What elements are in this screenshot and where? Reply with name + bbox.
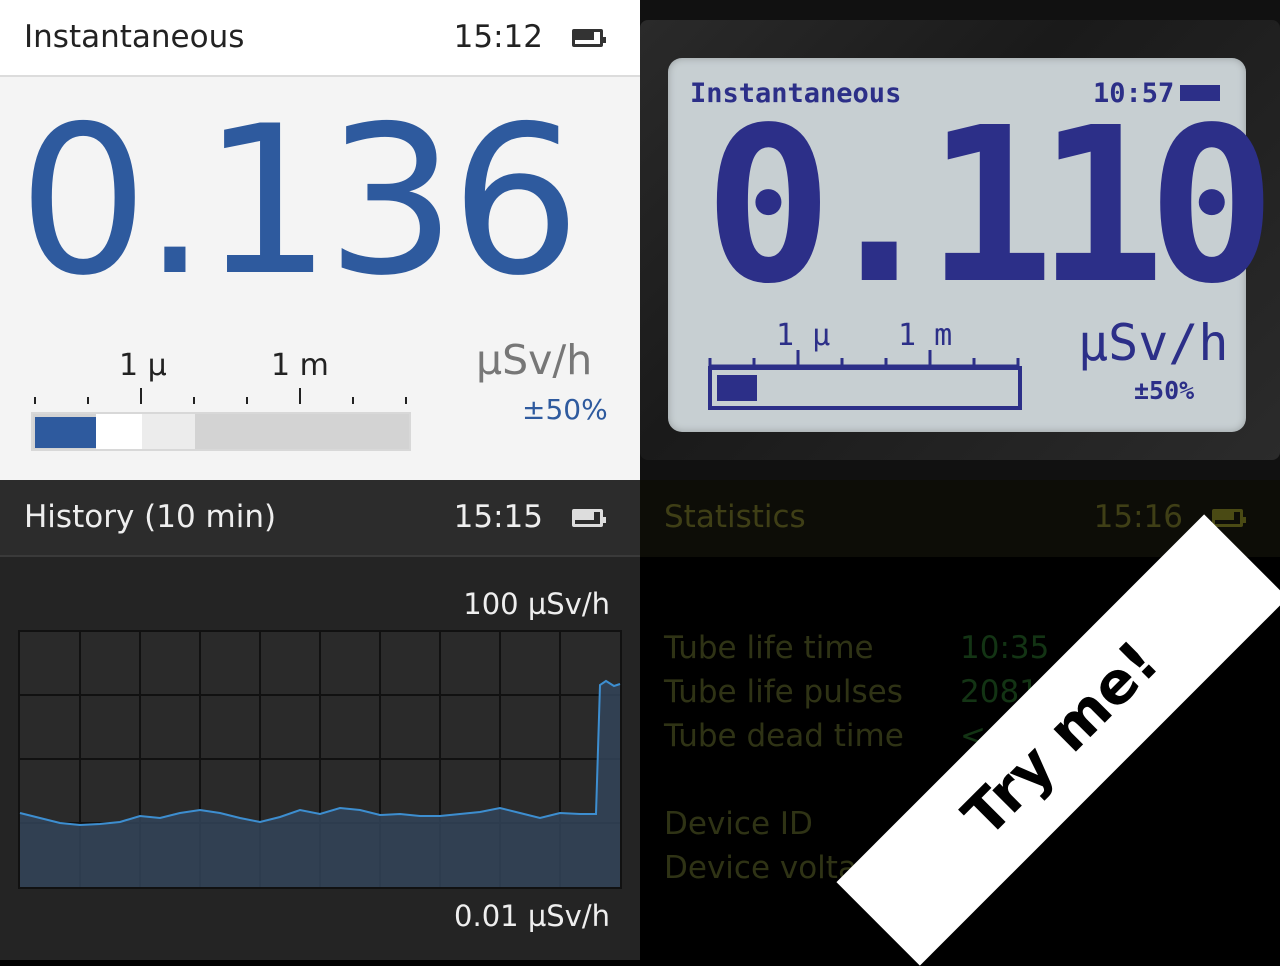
stat-row: Tube life time 10:35: [664, 630, 1049, 666]
stat-row: Tube dead time < 275.0 µ: [664, 718, 1114, 754]
stat-label: Tube dead time: [664, 718, 904, 754]
history-chart: [18, 630, 622, 889]
level-bar: [31, 412, 411, 451]
lcd-screen: Instantaneous 10:57 0.110 1 µ 1 m µSv/h …: [668, 58, 1276, 432]
history-panel: History (10 min) 15:15 100 µSv/h 0.01 µS…: [0, 480, 640, 960]
stat-row: Tube life pulses 2081: [664, 674, 1039, 710]
screen-title: Statistics: [664, 499, 806, 535]
stat-label: Tube life time: [664, 630, 874, 666]
lcd-level-bar: [708, 350, 1022, 410]
stat-value: 10:35: [960, 630, 1050, 666]
instantaneous-panel: Instantaneous 15:12 0.136 1 µ 1 m µSv/h …: [0, 0, 640, 480]
accuracy-label: ±50%: [522, 393, 608, 426]
unit-label: µSv/h: [476, 336, 593, 384]
battery-icon: [1212, 509, 1246, 527]
stat-row: Device ID 081: [664, 806, 1019, 842]
level-bar-fill: [35, 417, 96, 448]
stat-label: Tube life pulses: [664, 674, 903, 710]
stat-label: Device ID: [664, 806, 813, 842]
clock: 15:16: [1093, 499, 1183, 535]
device-photo: Instantaneous 10:57 0.110 1 µ 1 m µSv/h …: [640, 0, 1280, 480]
